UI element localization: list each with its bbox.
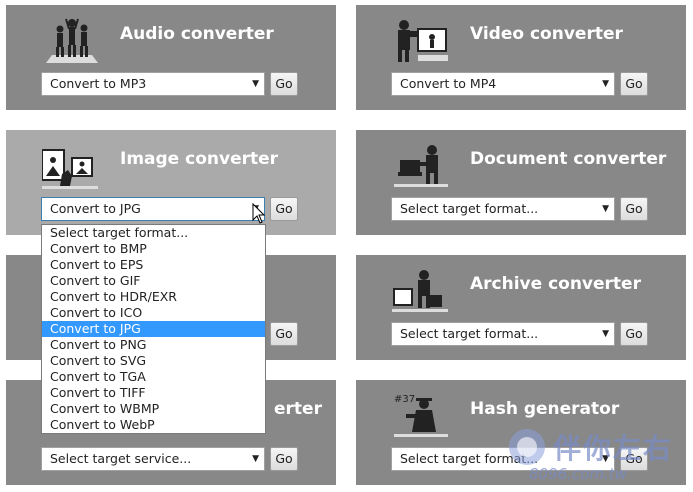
audio-converter-card: Audio converter Convert to MP3 ▼ Go [6,5,336,110]
document-converter-card: Document converter Select target format.… [356,130,686,235]
card-title: Audio converter [120,24,274,44]
dropdown-option[interactable]: Convert to PNG [42,337,265,353]
card-title: Video converter [470,24,623,44]
image-photographer-icon [42,149,98,189]
watermark-logo-icon [509,429,545,465]
dropdown-option[interactable]: Convert to EPS [42,257,265,273]
dropdown-arrow-icon: ▼ [602,204,609,214]
dropdown-arrow-icon: ▼ [252,79,259,89]
select-value: Convert to JPG [50,201,141,216]
dropdown-option[interactable]: Convert to GIF [42,273,265,289]
dropdown-option[interactable]: Convert to HDR/EXR [42,289,265,305]
dropdown-option[interactable]: Convert to SVG [42,353,265,369]
hash-detective-icon: #37 [394,394,448,437]
select-value: Convert to MP3 [50,76,147,91]
svg-text:#37: #37 [394,394,415,405]
document-writer-icon [394,145,448,187]
select-value: Select target service... [50,451,192,466]
dropdown-option-selected[interactable]: Convert to JPG [42,321,265,337]
archive-converter-card: Archive converter Select target format..… [356,255,686,360]
image-go-button[interactable]: Go [270,197,298,221]
mouse-cursor-icon [252,203,266,224]
dropdown-arrow-icon: ▼ [602,79,609,89]
archive-crate-icon [392,270,448,312]
archive-format-select[interactable]: Select target format... ▼ [391,322,615,346]
video-converter-card: Video converter Convert to MP4 ▼ Go [356,5,686,110]
card-title: Archive converter [470,274,641,294]
watermark-text: 伴你左右 [553,432,674,465]
archive-go-button[interactable]: Go [620,322,648,346]
video-camera-icon [398,20,448,62]
dropdown-arrow-icon: ▼ [602,329,609,339]
document-go-button[interactable]: Go [620,197,648,221]
select-value: Select target format... [400,326,539,341]
card-title: Document converter [470,149,667,169]
watermark-url: 8096.com.tw [529,465,627,483]
select-value: Select target format... [400,201,539,216]
dropdown-option[interactable]: Convert to TIFF [42,385,265,401]
image-format-select[interactable]: Convert to JPG ▼ [41,197,265,221]
image-converter-card: Image converter Convert to JPG ▼ Go [6,130,336,235]
card-title: Image converter [120,149,279,169]
audio-format-select[interactable]: Convert to MP3 ▼ [41,72,265,96]
select-value: Convert to MP4 [400,76,497,91]
service-select[interactable]: Select target service... ▼ [41,447,265,471]
image-format-dropdown-list: Select target format... Convert to BMP C… [41,224,266,434]
document-format-select[interactable]: Select target format... ▼ [391,197,615,221]
watermark: 伴你左右 8096.com.tw [505,425,671,483]
video-go-button[interactable]: Go [620,72,648,96]
dropdown-option[interactable]: Convert to TGA [42,369,265,385]
video-format-select[interactable]: Convert to MP4 ▼ [391,72,615,96]
dropdown-option[interactable]: Convert to ICO [42,305,265,321]
dropdown-option[interactable]: Select target format... [42,225,265,241]
musicians-icon [46,18,98,63]
hidden-go-button[interactable]: Go [270,322,298,346]
dropdown-arrow-icon: ▼ [252,454,259,464]
service-go-button[interactable]: Go [270,447,298,471]
audio-go-button[interactable]: Go [270,72,298,96]
dropdown-option[interactable]: Convert to WebP [42,417,265,433]
card-title: erter [274,399,322,419]
card-title: Hash generator [470,399,620,419]
dropdown-option[interactable]: Convert to BMP [42,241,265,257]
dropdown-option[interactable]: Convert to WBMP [42,401,265,417]
